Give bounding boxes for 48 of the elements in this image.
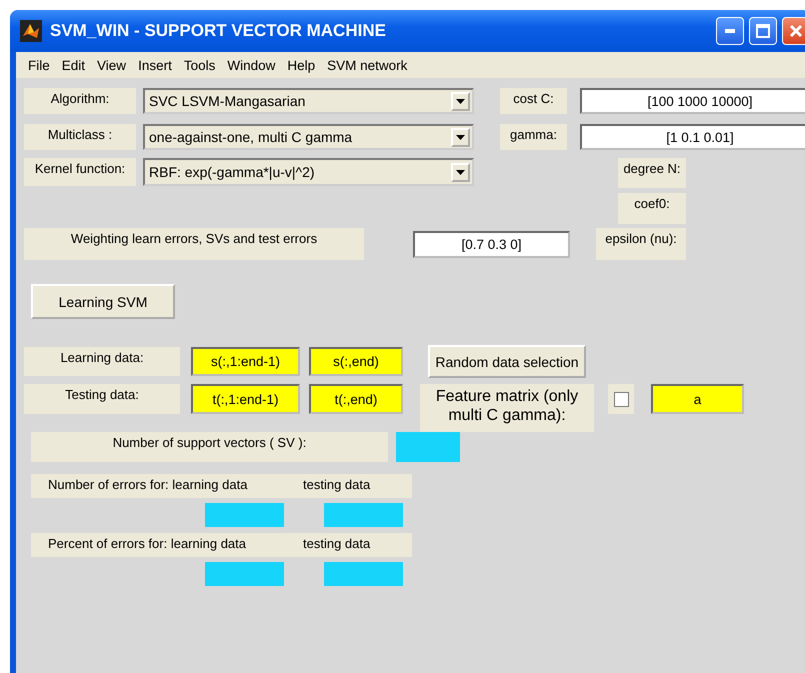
maximize-icon <box>756 24 770 38</box>
input-field[interactable]: [1 0.1 0.01] <box>580 124 805 150</box>
menu-item[interactable]: SVM network <box>321 58 414 72</box>
menu-item[interactable]: Help <box>281 58 322 72</box>
menu-item[interactable]: Window <box>221 58 282 72</box>
input-field[interactable]: [100 1000 10000] <box>580 88 805 114</box>
input-field[interactable]: s(:,end) <box>309 347 403 376</box>
field-label: testing data <box>303 477 370 494</box>
minimize-icon <box>725 29 735 33</box>
close-icon <box>789 24 803 38</box>
menu-item[interactable]: File <box>22 58 56 72</box>
input-field[interactable]: t(:,1:end-1) <box>191 384 300 414</box>
close-button[interactable] <box>782 17 805 45</box>
menu-item[interactable]: Insert <box>132 58 178 72</box>
input-field[interactable]: [0.7 0.3 0] <box>413 230 570 258</box>
field-label: Multiclass : <box>24 124 136 150</box>
app-icon <box>20 20 42 42</box>
field-label: cost C: <box>500 88 567 114</box>
field-label: Number of support vectors ( SV ): <box>31 432 388 462</box>
field-label: gamma: <box>500 124 567 150</box>
field-label: Feature matrix (only multi C gamma): <box>420 384 594 432</box>
menu-item[interactable]: View <box>91 58 132 72</box>
field-label: testing data <box>303 536 370 553</box>
field-label: Weighting learn errors, SVs and test errors <box>24 228 364 260</box>
field-label: Learning data: <box>24 347 180 376</box>
field-label: coef0: <box>618 193 686 224</box>
field-label: Algorithm: <box>24 88 136 114</box>
field-label: Kernel function: <box>24 158 136 186</box>
learning-button[interactable]: Learning SVM <box>31 284 175 319</box>
field-label: Percent of errors for: learning data <box>48 536 247 553</box>
output-field <box>396 432 460 462</box>
maximize-button[interactable] <box>749 17 777 45</box>
menu-item[interactable]: Edit <box>56 58 92 72</box>
minimize-button[interactable] <box>716 17 744 45</box>
menu-item[interactable]: Tools <box>178 58 222 72</box>
window-title: SVM_WIN - SUPPORT VECTOR MACHINE <box>50 21 386 41</box>
random-button[interactable]: Random data selection <box>428 345 586 378</box>
input-field[interactable]: t(:,end) <box>309 384 403 414</box>
dropdown[interactable]: one-against-one, multi C gamma <box>143 124 474 150</box>
field-label: degree N: <box>618 158 686 188</box>
input-field[interactable]: a <box>651 384 744 414</box>
field-label: Testing data: <box>24 384 180 414</box>
field-label: Number of errors for: learning data <box>48 477 248 494</box>
dropdown[interactable]: RBF: exp(-gamma*|u-v|^2) <box>143 158 474 186</box>
checkbox[interactable] <box>614 392 628 406</box>
input-field[interactable]: s(:,1:end-1) <box>191 347 300 376</box>
field-label: epsilon (nu): <box>596 228 686 260</box>
dropdown[interactable]: SVC LSVM-Mangasarian <box>143 88 474 114</box>
